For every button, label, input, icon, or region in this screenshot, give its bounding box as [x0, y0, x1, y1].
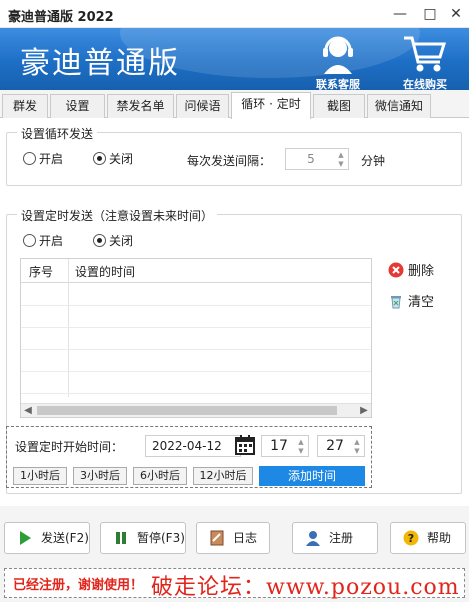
log-button[interactable]: 日志 — [196, 522, 270, 554]
date-value: 2022-04-12 — [152, 439, 222, 453]
pause-icon — [116, 532, 126, 544]
status-message: 已经注册，谢谢使用！ — [13, 578, 144, 593]
quick-3-hours-button[interactable]: 3小时后 — [73, 467, 127, 485]
interval-label: 每次发送间隔： — [187, 154, 272, 168]
chevron-up-icon[interactable]: ▲ — [352, 438, 362, 446]
tab-loop-timer[interactable]: 循环 · 定时 — [231, 92, 311, 119]
contact-service-label: 联系客服 — [316, 78, 360, 90]
maximize-button[interactable]: □ — [418, 4, 442, 24]
minute-stepper[interactable]: 27 ▲ ▼ — [317, 435, 365, 457]
schedule-table[interactable]: 序号 设置的时间 ◀ ▶ — [20, 258, 372, 418]
scroll-thumb[interactable] — [37, 406, 337, 415]
buy-online-button[interactable]: 在线购买 — [392, 32, 458, 90]
column-header-time: 设置的时间 — [75, 265, 136, 279]
scroll-right-icon[interactable]: ▶ — [357, 404, 371, 417]
radio-checked-icon — [93, 234, 106, 247]
cart-icon — [404, 36, 447, 72]
register-label: 注册 — [329, 531, 354, 545]
calendar-icon[interactable] — [235, 435, 255, 455]
loop-timer-panel: 设置循环发送 开启 关闭 每次发送间隔： 5 ▲ ▼ 分钟 设置定时发送（注意设… — [0, 118, 469, 506]
user-icon — [306, 531, 320, 546]
contact-service-button[interactable]: 联系客服 — [306, 32, 370, 90]
log-label: 日志 — [233, 531, 258, 545]
buy-online-label: 在线购买 — [403, 78, 447, 90]
tab-blocklist[interactable]: 禁发名单 — [107, 94, 174, 118]
pause-button[interactable]: 暂停(F3) — [100, 522, 186, 554]
chevron-up-icon[interactable]: ▲ — [336, 151, 346, 159]
help-label: 帮助 — [427, 531, 452, 545]
interval-value: 5 — [307, 152, 315, 166]
minimize-button[interactable]: — — [388, 4, 412, 24]
svg-text:?: ? — [408, 532, 414, 545]
close-button[interactable]: ✕ — [444, 4, 468, 24]
interval-stepper[interactable]: 5 ▲ ▼ — [285, 148, 349, 170]
radio-unchecked-icon — [23, 152, 36, 165]
start-time-label: 设置定时开始时间： — [15, 440, 124, 454]
tab-wechat-notify[interactable]: 微信通知 — [367, 94, 431, 118]
tab-greetings[interactable]: 问候语 — [176, 94, 229, 118]
window-title: 豪迪普通版 2022 — [8, 10, 114, 25]
delete-icon — [388, 262, 404, 278]
quick-1-hour-button[interactable]: 1小时后 — [13, 467, 67, 485]
headset-icon — [323, 36, 353, 74]
timer-on-radio[interactable]: 开启 — [23, 233, 63, 249]
quick-12-hours-button[interactable]: 12小时后 — [193, 467, 253, 485]
timer-off-label: 关闭 — [109, 234, 134, 248]
quick-6-hours-button[interactable]: 6小时后 — [133, 467, 187, 485]
app-banner: 豪迪普通版 联系客服 在线购买 — [0, 28, 469, 90]
bottom-bar: 发送(F2) 暂停(F3) 日志 注册 ? 帮助 已经注册，谢谢使用！ 破走论坛… — [0, 506, 469, 602]
timer-on-label: 开启 — [39, 234, 64, 248]
radio-checked-icon — [93, 152, 106, 165]
recycle-bin-icon — [391, 296, 401, 309]
loop-off-radio[interactable]: 关闭 — [93, 151, 133, 167]
loop-on-label: 开启 — [39, 152, 64, 166]
log-icon — [210, 530, 224, 546]
interval-unit: 分钟 — [361, 154, 386, 168]
column-header-index: 序号 — [29, 265, 54, 279]
app-title: 豪迪普通版 — [20, 46, 180, 81]
tab-settings[interactable]: 设置 — [50, 94, 105, 118]
help-button[interactable]: ? 帮助 — [390, 522, 466, 554]
scroll-left-icon[interactable]: ◀ — [21, 404, 35, 417]
register-button[interactable]: 注册 — [292, 522, 378, 554]
status-bar: 已经注册，谢谢使用！ 破走论坛：www.pozou.com — [4, 568, 465, 600]
watermark-text: 破走论坛：www.pozou.com — [151, 575, 460, 600]
help-icon: ? — [403, 530, 419, 546]
pause-label: 暂停(F3) — [137, 531, 185, 545]
delete-label: 删除 — [408, 264, 435, 279]
minute-value: 27 — [326, 438, 344, 454]
add-time-button[interactable]: 添加时间 — [259, 466, 365, 486]
date-field[interactable]: 2022-04-12 — [145, 435, 241, 457]
loop-off-label: 关闭 — [109, 152, 134, 166]
timer-group-title: 设置定时发送（注意设置未来时间） — [17, 207, 218, 224]
loop-group-title: 设置循环发送 — [17, 125, 98, 142]
chevron-down-icon[interactable]: ▼ — [336, 160, 346, 168]
tab-mass-send[interactable]: 群发 — [2, 94, 48, 118]
radio-unchecked-icon — [23, 234, 36, 247]
hour-value: 17 — [270, 438, 288, 454]
start-time-box: 设置定时开始时间： 2022-04-12 17 ▲ ▼ 27 ▲ ▼ 1小时后 … — [6, 426, 372, 488]
chevron-up-icon[interactable]: ▲ — [296, 438, 306, 446]
play-icon — [20, 531, 31, 545]
tab-bar: 群发 设置 禁发名单 问候语 循环 · 定时 截图 微信通知 — [0, 92, 469, 119]
loop-on-radio[interactable]: 开启 — [23, 151, 63, 167]
delete-button[interactable]: 删除 — [388, 262, 434, 282]
tab-screenshot[interactable]: 截图 — [313, 94, 365, 118]
loop-send-group: 设置循环发送 开启 关闭 每次发送间隔： 5 ▲ ▼ 分钟 — [6, 125, 462, 186]
clear-button[interactable]: 清空 — [388, 293, 434, 313]
hour-stepper[interactable]: 17 ▲ ▼ — [261, 435, 309, 457]
title-bar: 豪迪普通版 2022 — □ ✕ — [0, 0, 469, 28]
chevron-down-icon[interactable]: ▼ — [296, 447, 306, 455]
clear-label: 清空 — [408, 295, 435, 310]
timer-off-radio[interactable]: 关闭 — [93, 233, 133, 249]
table-header: 序号 设置的时间 — [21, 259, 371, 283]
horizontal-scrollbar[interactable]: ◀ ▶ — [21, 403, 371, 417]
send-button[interactable]: 发送(F2) — [4, 522, 90, 554]
chevron-down-icon[interactable]: ▼ — [352, 447, 362, 455]
send-label: 发送(F2) — [41, 531, 89, 545]
